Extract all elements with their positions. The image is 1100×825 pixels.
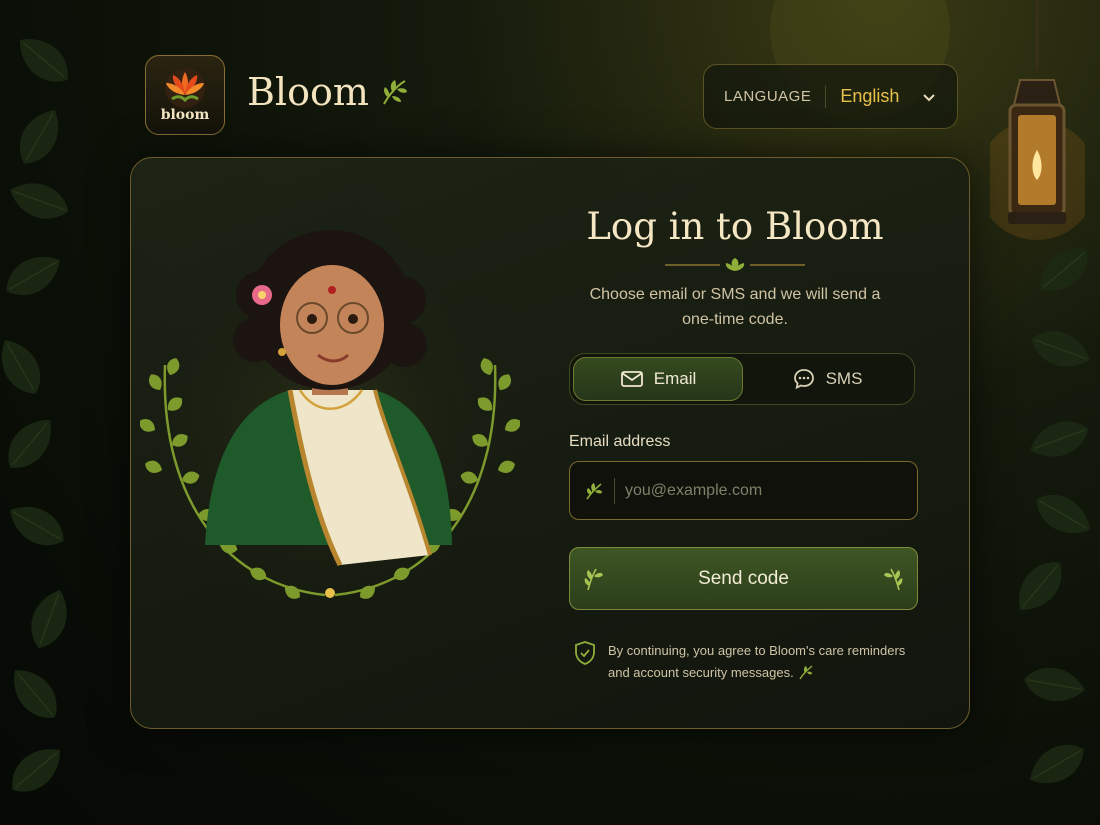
tab-email-label: Email xyxy=(653,369,697,388)
email-field-container xyxy=(569,461,918,520)
login-title: Log in to Bloom xyxy=(586,205,884,248)
brand-title: Bloom xyxy=(247,70,409,114)
send-code-label: Send code xyxy=(698,567,789,589)
envelope-icon xyxy=(620,371,643,387)
consent-notice: By continuing, you agree to Bloom's care… xyxy=(574,640,919,684)
email-input[interactable] xyxy=(625,481,917,500)
language-value: English xyxy=(840,86,900,106)
language-label: LANGUAGE xyxy=(724,88,812,105)
input-divider xyxy=(614,477,615,504)
leaf-sprig-right-icon xyxy=(884,568,903,591)
login-subtitle: Choose email or SMS and we will send a o… xyxy=(589,286,881,328)
leaf-icon xyxy=(799,665,813,680)
lotus-icon xyxy=(165,68,205,108)
logo-wordmark: bloom xyxy=(160,107,210,123)
language-divider xyxy=(825,85,827,108)
consent-text-block: By continuing, you agree to Bloom's care… xyxy=(608,640,919,684)
brand-name: Bloom xyxy=(247,70,369,114)
grandmother-portrait-illustration xyxy=(140,225,520,605)
method-toggle: Email SMS xyxy=(569,353,915,405)
shield-check-icon xyxy=(575,641,595,665)
leaf-sprig-left-icon xyxy=(584,568,603,591)
chevron-down-icon xyxy=(923,93,935,101)
consent-text: By continuing, you agree to Bloom's care… xyxy=(608,643,906,680)
bloom-logo[interactable]: bloom xyxy=(145,55,225,135)
tab-sms[interactable]: SMS xyxy=(743,357,911,401)
send-code-button[interactable]: Send code xyxy=(569,547,918,610)
language-select[interactable]: LANGUAGE English xyxy=(703,64,958,129)
leaf-icon xyxy=(586,482,602,499)
chat-bubble-icon xyxy=(793,369,814,390)
email-label: Email address xyxy=(569,433,671,450)
leaf-sprig-icon xyxy=(383,80,407,105)
tab-sms-label: SMS xyxy=(825,369,863,388)
tab-email[interactable]: Email xyxy=(573,357,743,401)
title-divider-ornament xyxy=(665,258,805,271)
lantern-decoration xyxy=(990,0,1085,240)
